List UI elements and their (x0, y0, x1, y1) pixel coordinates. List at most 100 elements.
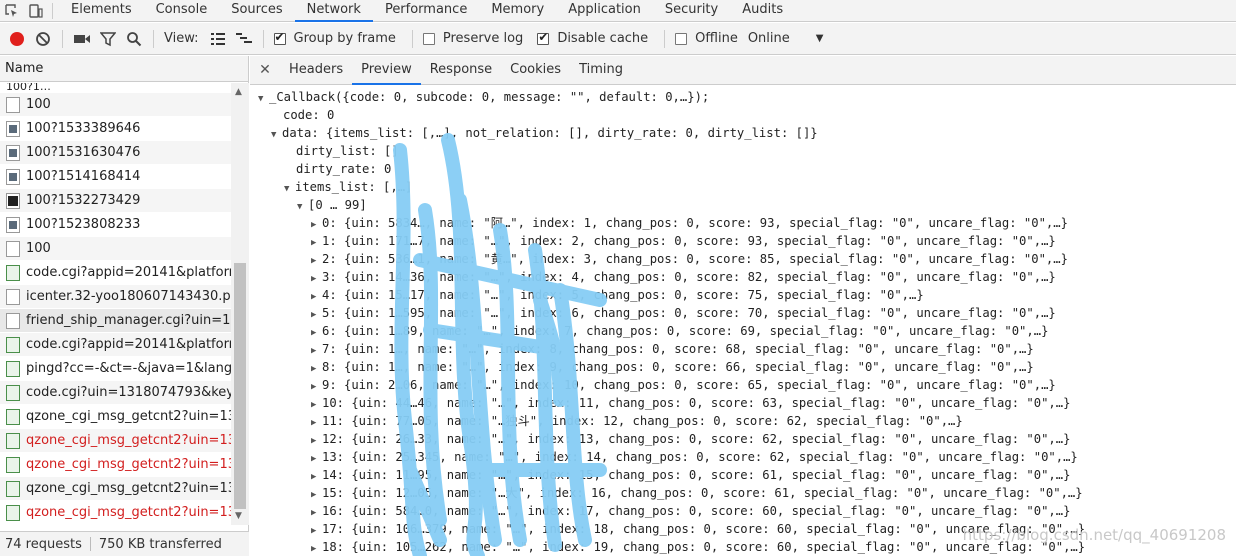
expand-triangle-icon[interactable]: ▶ (311, 360, 322, 376)
request-row[interactable]: code.cgi?uin=1318074793&key=c (0, 381, 231, 405)
request-row[interactable]: 100 (0, 93, 231, 117)
tree-node-item[interactable]: ▶ 6: {uin: 1…89, name: "…", index: 7, cha… (250, 322, 1236, 340)
collapse-triangle-icon[interactable]: ▼ (297, 198, 308, 214)
expand-triangle-icon[interactable]: ▶ (311, 216, 322, 232)
request-row-error[interactable]: qzone_cgi_msg_getcnt2?uin=1318 (0, 501, 231, 525)
tree-node-data[interactable]: ▼ data: {items_list: [,…], not_relation: … (250, 124, 1236, 142)
filter-button[interactable] (95, 26, 121, 52)
tab-preview[interactable]: Preview (352, 56, 421, 85)
tree-node-item[interactable]: ▶ 13: {uin: 25…345, name: "…", index: 14,… (250, 448, 1236, 466)
expand-triangle-icon[interactable]: ▶ (311, 378, 322, 394)
tree-node-callback[interactable]: ▼ _Callback({code: 0, subcode: 0, message… (250, 88, 1236, 106)
request-row[interactable]: icenter.32-yoo180607143430.png (0, 285, 231, 309)
request-row[interactable]: 100?1533389646 (0, 117, 231, 141)
request-list-scrollbar[interactable]: ▲ ▼ (231, 83, 249, 525)
expand-triangle-icon[interactable]: ▶ (311, 252, 322, 268)
expand-triangle-icon[interactable]: ▶ (311, 342, 322, 358)
tree-node-item[interactable]: ▶ 5: {uin: 1…595, name: "…", index: 6, ch… (250, 304, 1236, 322)
request-row[interactable]: 100 (0, 237, 231, 261)
tab-audits[interactable]: Audits (730, 0, 795, 22)
tab-sources[interactable]: Sources (219, 0, 294, 22)
expand-triangle-icon[interactable]: ▶ (311, 540, 322, 556)
tab-application[interactable]: Application (556, 0, 653, 22)
screenshot-button[interactable] (69, 26, 95, 52)
request-row-error[interactable]: qzone_cgi_msg_getcnt2?uin=1318 (0, 453, 231, 477)
request-row[interactable]: pingd?cc=-&ct=-&java=1&lang=- (0, 357, 231, 381)
tab-console[interactable]: Console (144, 0, 220, 22)
clear-button[interactable] (30, 26, 56, 52)
request-row[interactable]: 100?1532273429 (0, 189, 231, 213)
tab-headers[interactable]: Headers (280, 56, 352, 85)
expand-triangle-icon[interactable]: ▶ (311, 486, 322, 502)
request-name: code.cgi?uin=1318074793&key=c (26, 385, 231, 400)
overview-button[interactable] (231, 26, 257, 52)
expand-triangle-icon[interactable]: ▶ (311, 504, 322, 520)
request-row[interactable]: 100?1514168414 (0, 165, 231, 189)
scroll-down-icon[interactable]: ▼ (235, 511, 242, 521)
request-row[interactable]: qzone_cgi_msg_getcnt2?uin=1318 (0, 477, 231, 501)
request-row[interactable]: 100?1… (0, 83, 231, 93)
tree-node-item[interactable]: ▶ 4: {uin: 15…17, name: "…", index: 5, ch… (250, 286, 1236, 304)
scroll-up-icon[interactable]: ▲ (235, 87, 242, 97)
disable-cache-checkbox[interactable]: Disable cache (537, 30, 648, 46)
tab-memory[interactable]: Memory (479, 0, 556, 22)
tab-timing[interactable]: Timing (570, 56, 632, 85)
request-row[interactable]: code.cgi?appid=20141&platform= (0, 333, 231, 357)
expand-triangle-icon[interactable]: ▶ (311, 450, 322, 466)
expand-triangle-icon[interactable]: ▶ (311, 522, 322, 538)
request-row[interactable]: qzone_cgi_msg_getcnt2?uin=1318 (0, 405, 231, 429)
expand-triangle-icon[interactable]: ▶ (311, 306, 322, 322)
tree-node-item[interactable]: ▶ 14: {uin: 11…95, name: "…", index: 15, … (250, 466, 1236, 484)
throttling-select[interactable]: Online ▼ (748, 31, 824, 46)
collapse-triangle-icon[interactable]: ▼ (284, 180, 295, 196)
request-row-error[interactable]: qzone_cgi_msg_getcnt2?uin=1318 (0, 429, 231, 453)
search-button[interactable] (121, 26, 147, 52)
expand-triangle-icon[interactable]: ▶ (311, 288, 322, 304)
tree-node-item[interactable]: ▶ 9: {uin: 2…06, name: "…", index: 10, ch… (250, 376, 1236, 394)
close-icon[interactable]: ✕ (250, 62, 280, 78)
tab-security[interactable]: Security (653, 0, 730, 22)
tree-node-item[interactable]: ▶ 2: {uin: 536…1, name: "黄…", index: 3, c… (250, 250, 1236, 268)
tree-node-item[interactable]: ▶ 0: {uin: 5834…, name: "阿…", index: 1, c… (250, 214, 1236, 232)
expand-triangle-icon[interactable]: ▶ (311, 396, 322, 412)
tab-elements[interactable]: Elements (59, 0, 144, 22)
tab-cookies[interactable]: Cookies (501, 56, 570, 85)
tab-response[interactable]: Response (421, 56, 501, 85)
expand-triangle-icon[interactable]: ▶ (311, 324, 322, 340)
tree-node-item[interactable]: ▶ 10: {uin: 44…46, name: "…", index: 11, … (250, 394, 1236, 412)
xhr-file-icon (6, 336, 20, 353)
preserve-log-checkbox[interactable]: Preserve log (422, 31, 523, 46)
large-rows-button[interactable] (205, 26, 231, 52)
request-row[interactable]: 100?1523808233 (0, 213, 231, 237)
tree-node-item[interactable]: ▶ 3: {uin: 14…36, name: "…", index: 4, ch… (250, 268, 1236, 286)
collapse-triangle-icon[interactable]: ▼ (271, 126, 282, 142)
tree-node-item[interactable]: ▶ 11: {uin: 77…05, name: "…独斗", index: 12… (250, 412, 1236, 430)
image-file-icon (6, 144, 20, 161)
record-button[interactable] (4, 26, 30, 52)
inspect-element-icon[interactable] (0, 0, 24, 22)
tree-node-items-list[interactable]: ▼ items_list: [,…] (250, 178, 1236, 196)
group-by-frame-checkbox[interactable]: Group by frame (273, 30, 396, 46)
name-column-header[interactable]: Name (0, 56, 248, 82)
request-row[interactable]: 100?1531630476 (0, 141, 231, 165)
expand-triangle-icon[interactable]: ▶ (311, 234, 322, 250)
tree-node-item[interactable]: ▶ 7: {uin: 1…, name: "…", index: 8, chang… (250, 340, 1236, 358)
scrollbar-thumb[interactable] (234, 263, 246, 509)
offline-checkbox[interactable]: Offline (675, 31, 738, 46)
request-row[interactable]: code.cgi?appid=20141&platform= (0, 261, 231, 285)
expand-triangle-icon[interactable]: ▶ (311, 432, 322, 448)
tree-node-item[interactable]: ▶ 8: {uin: 1…, name: "…", index: 9, chang… (250, 358, 1236, 376)
tree-node-range[interactable]: ▼ [0 … 99] (250, 196, 1236, 214)
tab-performance[interactable]: Performance (373, 0, 479, 22)
collapse-triangle-icon[interactable]: ▼ (258, 90, 269, 106)
device-toolbar-icon[interactable] (24, 0, 48, 22)
request-row-selected[interactable]: friend_ship_manager.cgi?uin=1318 (0, 309, 231, 333)
expand-triangle-icon[interactable]: ▶ (311, 270, 322, 286)
tree-node-item[interactable]: ▶ 15: {uin: 12…05, name: "…大", index: 16,… (250, 484, 1236, 502)
tree-node-item[interactable]: ▶ 1: {uin: 171…7, name: "…", index: 2, ch… (250, 232, 1236, 250)
expand-triangle-icon[interactable]: ▶ (311, 468, 322, 484)
tree-node-item[interactable]: ▶ 12: {uin: 26…33, name: "…", index: 13, … (250, 430, 1236, 448)
tree-node-item[interactable]: ▶ 16: {uin: 584…0, name: "…", index: 17, … (250, 502, 1236, 520)
expand-triangle-icon[interactable]: ▶ (311, 414, 322, 430)
tab-network[interactable]: Network (294, 0, 373, 22)
